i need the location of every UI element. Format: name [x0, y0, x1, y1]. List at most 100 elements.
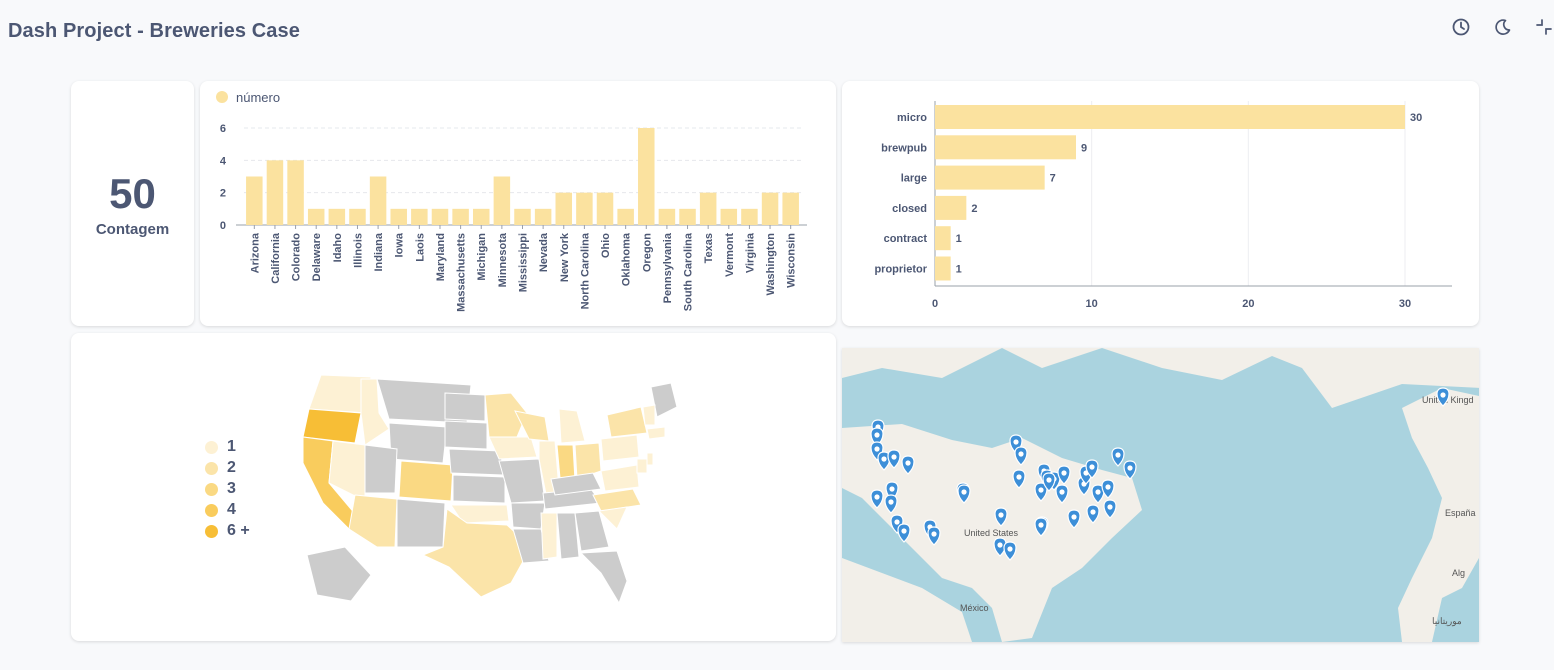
state-vermont[interactable] [642, 404, 656, 426]
y-tick-label: 2 [220, 188, 226, 200]
pin-dot [1095, 489, 1101, 495]
x-tick-label: 10 [1086, 298, 1098, 310]
map-label-mexico: México [960, 603, 989, 613]
state-maryland[interactable] [636, 458, 648, 474]
bar-minnesota [493, 176, 511, 225]
bar-closed [935, 195, 967, 220]
pin-dot [961, 489, 967, 495]
state-pennsylvania[interactable] [600, 434, 640, 462]
type-bar-chart: 0 10 20 30 micro 30 brewpub 9 large 7 closed 2 contr… [874, 101, 1452, 310]
state-alaska[interactable] [306, 546, 372, 602]
land-arctic [842, 348, 1479, 408]
pin-dot [888, 499, 894, 505]
x-tick-label: Delaware [311, 233, 323, 281]
x-tick-label: Massachusetts [456, 233, 468, 312]
bar-ohio [596, 192, 614, 225]
pin-dot [1038, 487, 1044, 493]
bar-texas [699, 192, 717, 225]
x-tick-label: Ohio [600, 233, 612, 258]
bar-delaware [307, 208, 325, 225]
bar-mississippi [514, 208, 531, 225]
state-delaware[interactable] [646, 452, 654, 466]
value-label: 2 [971, 203, 977, 215]
bar-wisconsin [782, 192, 799, 225]
state-mississippi[interactable] [540, 512, 558, 560]
collapse-icon[interactable] [1534, 17, 1554, 37]
state-nebraska[interactable] [448, 448, 504, 476]
state-south-dakota[interactable] [444, 420, 488, 450]
state-kansas[interactable] [452, 474, 506, 504]
x-tick-label: Washington [765, 233, 777, 296]
map-label-us: United States [964, 528, 1019, 538]
value-label: 9 [1081, 142, 1087, 154]
map-label-morocco: موريتانيا [1432, 616, 1462, 627]
state-florida[interactable] [579, 550, 628, 605]
dashboard-title: Dash Project - Breweries Case [8, 20, 300, 42]
bar-nevada [534, 208, 552, 225]
state-arkansas[interactable] [510, 502, 546, 530]
bar-california [266, 160, 284, 225]
state-georgia[interactable] [574, 510, 610, 552]
category-label: closed [892, 203, 927, 215]
pin-dot [874, 494, 880, 500]
y-tick-label: 4 [220, 155, 227, 167]
pin-dot [894, 519, 900, 525]
choropleth-card: 12346 + [71, 333, 836, 641]
state-utah[interactable] [364, 444, 398, 494]
pin-dot [1046, 477, 1052, 483]
state-bar-chart-card: número Arizona California Colorado Delaware… [200, 81, 836, 326]
x-tick-label: Oregon [641, 233, 653, 272]
category-label: proprietor [874, 264, 927, 276]
moon-icon[interactable] [1493, 17, 1513, 37]
state-bar-chart: número Arizona California Colorado Delaware… [216, 90, 807, 312]
state-arizona[interactable] [348, 494, 398, 548]
x-tick-label: Arizona [249, 232, 261, 273]
pin-dot [901, 528, 907, 534]
pin-dot [889, 486, 895, 492]
pin-dot [998, 512, 1004, 518]
pin-dot [1071, 514, 1077, 520]
x-tick-label: 0 [932, 298, 938, 310]
x-tick-label: 30 [1399, 298, 1411, 310]
pin-dot [874, 432, 880, 438]
bar-contract [935, 226, 951, 251]
state-new-mexico[interactable] [396, 498, 446, 548]
x-tick-label: Oklahoma [621, 232, 633, 286]
bar-laois [411, 208, 428, 225]
state-colorado[interactable] [398, 460, 454, 502]
bar-large [935, 165, 1045, 190]
bar-new-york [555, 192, 573, 225]
map-marker-pin[interactable] [1123, 460, 1137, 480]
map-marker-pin[interactable] [1111, 447, 1125, 467]
x-tick-label: Colorado [291, 233, 303, 282]
state-new-york[interactable] [606, 406, 648, 438]
pin-dot [1013, 439, 1019, 445]
x-tick-label: Illinois [352, 233, 364, 268]
brewery-location-map[interactable]: United States México United Kingd España… [842, 348, 1479, 642]
bar-maryland [431, 208, 449, 225]
bar-arizona [246, 176, 263, 225]
dashboard-header: Dash Project - Breweries Case [0, 0, 1554, 62]
x-tick-label: Iowa [394, 232, 406, 257]
pin-dot [1089, 464, 1095, 470]
state-massachusetts[interactable] [646, 426, 666, 440]
state-wyoming[interactable] [388, 422, 448, 464]
pin-dot [1016, 474, 1022, 480]
x-tick-label: Indiana [373, 232, 385, 271]
x-tick-label: 20 [1242, 298, 1254, 310]
x-tick-label: Nevada [538, 232, 550, 272]
x-tick-label: North Carolina [579, 232, 591, 309]
state-missouri[interactable] [498, 458, 546, 504]
state-north-carolina[interactable] [592, 488, 642, 512]
map-label-algeria: Alg [1452, 568, 1465, 578]
pin-dot [1018, 451, 1024, 457]
state-michigan[interactable] [558, 408, 586, 444]
pin-dot [874, 446, 880, 452]
state-north-dakota[interactable] [444, 392, 486, 422]
legend-dot [216, 91, 228, 103]
x-tick-label: Michigan [476, 233, 488, 281]
clock-icon[interactable] [1451, 17, 1471, 37]
map-canvas[interactable]: United States México United Kingd España… [842, 348, 1479, 642]
state-virginia[interactable] [600, 464, 640, 492]
us-states [302, 374, 678, 605]
